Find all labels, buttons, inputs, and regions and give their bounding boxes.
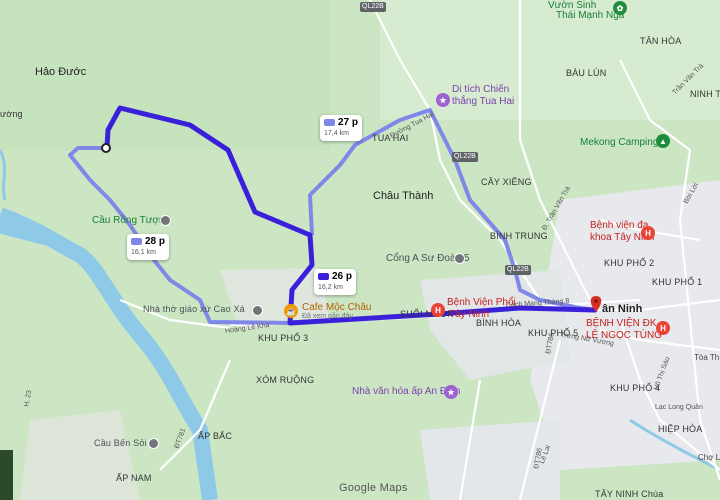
car-icon (324, 119, 335, 126)
route-distance: 16,1 km (131, 249, 156, 256)
route-box-alt-1[interactable]: 27 p 17,4 km (320, 115, 363, 141)
route-box-selected[interactable]: 26 p 16,2 km (314, 269, 357, 295)
hospital-icon-phoi[interactable]: H (431, 303, 445, 317)
poi-benh-vien-phoi-2[interactable]: Tây Ninh (449, 309, 489, 320)
place-ap-nam: ẤP NAM (116, 473, 152, 483)
car-icon (131, 238, 142, 245)
place-cho-lo: Chợ Lo (698, 453, 720, 462)
road-shield-ql22b-lower: QL22B (505, 265, 531, 275)
place-tan-hoa: TÂN HÒA (640, 36, 682, 46)
place-ninh-tr: NINH TR (690, 89, 720, 99)
map-canvas[interactable]: Hảo Đước ường TUA HAI Châu Thành CÂY XIÊ… (0, 0, 720, 500)
layer-thumbnail[interactable] (0, 450, 13, 500)
road-shield-ql22b-mid: QL22B (452, 152, 478, 162)
place-cay-xieng: CÂY XIÊNG (481, 177, 532, 187)
culture-icon[interactable]: ★ (444, 385, 458, 399)
landmark-icon[interactable]: ★ (436, 93, 450, 107)
poi-benh-vien-phoi-1[interactable]: Bệnh Viện Phổi (447, 297, 516, 308)
route-start-marker[interactable] (101, 143, 111, 153)
poi-di-tich-2[interactable]: thắng Tua Hai (452, 96, 514, 107)
place-uong: ường (0, 109, 23, 119)
route-distance: 17,4 km (324, 130, 349, 137)
hospital-icon[interactable]: H (641, 226, 655, 240)
google-maps-logo: Google Maps (339, 482, 408, 494)
poi-benh-vien-le-1[interactable]: BỆNH VIỆN ĐK (586, 318, 657, 329)
route-box-alt-2[interactable]: 28 p 16,1 km (127, 234, 170, 260)
poi-cau-ben-soi[interactable]: Cầu Bến Sỏi (94, 438, 147, 448)
cafe-icon[interactable]: ☕ (284, 304, 298, 318)
place-khu-pho-1: KHU PHỐ 1 (652, 277, 703, 287)
place-chau-thanh: Châu Thành (373, 190, 434, 202)
poi-benh-vien-da-khoa-1[interactable]: Bệnh viện đa (590, 220, 648, 231)
hospital-icon-le[interactable]: H (656, 321, 670, 335)
poi-cau-rong-tuong[interactable]: Cầu Rồng Tượng (92, 215, 170, 226)
map-layer (0, 0, 720, 500)
bridge-icon[interactable] (160, 215, 171, 226)
route-duration: 28 p (145, 236, 166, 247)
place-xom-ruong: XÓM RUỘNG (256, 375, 315, 385)
poi-mekong-camping[interactable]: Mekong Camping (580, 137, 658, 148)
poi-benh-vien-le-2[interactable]: LÊ NGỌC TÙNG (586, 330, 662, 341)
road-lac-long-quan: Lạc Long Quân (655, 404, 703, 411)
route-duration: 27 p (338, 117, 359, 128)
place-binh-trung: BÌNH TRUNG (490, 231, 548, 241)
route-distance: 16,2 km (318, 284, 343, 291)
car-icon (318, 273, 329, 280)
place-ap-bac: ẤP BẮC (198, 431, 233, 441)
poi-cafe-sub: Đã xem gần đây (302, 313, 353, 320)
camping-icon[interactable]: ▲ (656, 134, 670, 148)
place-hiep-hoa: HIỆP HÒA (658, 424, 703, 434)
poi-nha-tho[interactable]: Nhà thờ giáo xứ Cao Xá (143, 304, 245, 314)
place-tay-ninh-city: ân Ninh (602, 303, 643, 315)
place-tay-ninh-chua: TÂY NINH Chùa (595, 489, 664, 499)
place-khu-pho-2: KHU PHỐ 2 (604, 258, 655, 268)
landmark-dot-icon[interactable] (454, 253, 465, 264)
church-icon[interactable] (252, 305, 263, 316)
route-duration: 26 p (332, 271, 353, 282)
poi-cafe[interactable]: Cafe Mộc Châu (302, 302, 371, 313)
bridge-icon-ben-soi[interactable] (148, 438, 159, 449)
place-toa-th: Tòa Th (694, 353, 720, 362)
road-shield-ql22b-top: QL22B (360, 2, 386, 12)
place-bau-lun: BÀU LÙN (566, 68, 607, 78)
place-suoi-muon: SUỐI MUỒN (400, 309, 454, 319)
place-khu-pho-3: KHU PHỐ 3 (258, 333, 309, 343)
temple-icon[interactable]: ✿ (613, 1, 627, 15)
poi-di-tich-1[interactable]: Di tích Chiến (452, 84, 509, 95)
place-hao-duoc: Hảo Đước (35, 66, 87, 78)
